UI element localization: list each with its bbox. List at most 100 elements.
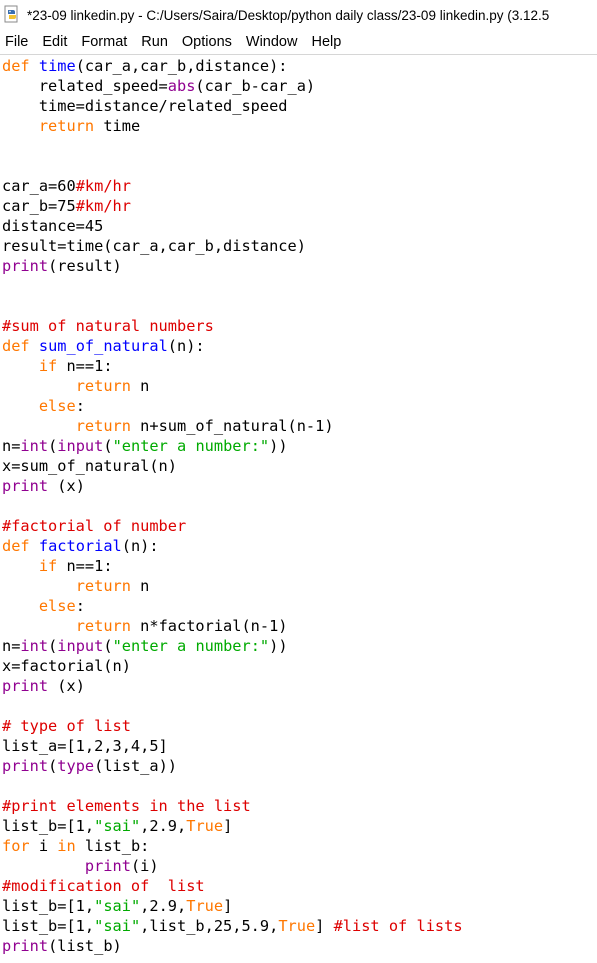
code-line[interactable]: print(list_b) [0,936,597,956]
menu-window[interactable]: Window [241,34,306,50]
code-line[interactable]: print(result) [0,256,597,276]
definition-token: sum_of_natural [38,337,168,355]
comment-token: #sum of natural numbers [2,317,214,335]
code-line[interactable]: #factorial of number [0,516,597,536]
keyword-token: in [57,837,76,855]
keyword-token: return [75,417,131,435]
code-line[interactable]: distance=45 [0,216,597,236]
keyword-token: for [2,837,30,855]
code-line[interactable] [0,136,597,156]
code-token: car_a=60 [2,177,76,195]
code-line[interactable]: print (x) [0,476,597,496]
code-token: ( [48,757,58,775]
code-line[interactable]: car_b=75#km/hr [0,196,597,216]
code-token: (n): [167,337,205,355]
code-line[interactable]: car_a=60#km/hr [0,176,597,196]
menu-format[interactable]: Format [76,34,135,50]
code-token: list_b=[1, [2,817,95,835]
builtin-token: type [57,757,95,775]
code-token: list_a=[1,2,3,4,5] [2,737,168,755]
code-line[interactable]: return n [0,376,597,396]
code-line[interactable]: # type of list [0,716,597,736]
builtin-token: print [2,757,49,775]
builtin-token: int [20,637,49,655]
code-line[interactable] [0,496,597,516]
code-line[interactable]: return n [0,576,597,596]
code-line[interactable] [0,296,597,316]
code-editor[interactable]: def time(car_a,car_b,distance): related_… [0,56,597,963]
code-line[interactable]: related_speed=abs(car_b-car_a) [0,76,597,96]
code-line[interactable]: print (x) [0,676,597,696]
code-token: (i) [130,857,159,875]
code-line[interactable]: #print elements in the list [0,796,597,816]
code-line[interactable]: else: [0,396,597,416]
code-token: n= [2,437,21,455]
keyword-token: def [2,537,30,555]
code-token: car_b=75 [2,197,76,215]
code-line[interactable]: for i in list_b: [0,836,597,856]
menu-help[interactable]: Help [306,34,349,50]
code-line[interactable]: def sum_of_natural(n): [0,336,597,356]
code-line[interactable]: x=sum_of_natural(n) [0,456,597,476]
code-line[interactable]: def time(car_a,car_b,distance): [0,56,597,76]
keyword-token: else [38,597,76,615]
menu-edit[interactable]: Edit [37,34,75,50]
code-line[interactable]: #modification of list [0,876,597,896]
code-token: distance=45 [2,217,104,235]
comment-token: #print elements in the list [2,797,251,815]
code-line[interactable]: if n==1: [0,356,597,376]
code-line[interactable]: list_a=[1,2,3,4,5] [0,736,597,756]
code-line[interactable]: else: [0,596,597,616]
code-line[interactable] [0,696,597,716]
builtin-token: print [84,857,131,875]
code-token: (car_b-car_a) [195,77,316,95]
code-line[interactable]: n=int(input("enter a number:")) [0,436,597,456]
comment-token: # type of list [2,717,131,735]
string-token: "enter a number:" [112,437,270,455]
code-token: (list_a)) [94,757,178,775]
code-token: (n): [121,537,159,555]
builtin-token: print [2,677,49,695]
code-token: n*factorial(n-1) [130,617,288,635]
builtin-token: print [2,257,49,275]
code-line[interactable]: if n==1: [0,556,597,576]
code-line[interactable]: #sum of natural numbers [0,316,597,336]
code-line[interactable] [0,156,597,176]
code-line[interactable]: time=distance/related_speed [0,96,597,116]
code-line[interactable] [0,276,597,296]
code-line[interactable]: return time [0,116,597,136]
keyword-token: def [2,57,30,75]
menu-options[interactable]: Options [177,34,240,50]
code-line[interactable]: n=int(input("enter a number:")) [0,636,597,656]
comment-token: #factorial of number [2,517,187,535]
code-line[interactable]: return n*factorial(n-1) [0,616,597,636]
menu-file[interactable]: File [0,34,36,50]
code-line[interactable]: list_b=[1,"sai",list_b,25,5.9,True] #lis… [0,916,597,936]
code-line[interactable] [0,776,597,796]
code-line[interactable]: x=factorial(n) [0,656,597,676]
window-title: *23-09 linkedin.py - C:/Users/Saira/Desk… [27,7,550,23]
code-line[interactable]: list_b=[1,"sai",2.9,True] [0,816,597,836]
code-line[interactable]: print(i) [0,856,597,876]
code-token: ,2.9, [140,817,187,835]
code-token: ,2.9, [140,897,187,915]
code-line[interactable]: return n+sum_of_natural(n-1) [0,416,597,436]
menu-run[interactable]: Run [136,34,176,50]
code-line[interactable]: result=time(car_a,car_b,distance) [0,236,597,256]
code-line[interactable]: list_b=[1,"sai",2.9,True] [0,896,597,916]
keyword-token: return [75,577,131,595]
code-token: i [29,837,58,855]
code-line[interactable]: print(type(list_a)) [0,756,597,776]
code-line[interactable]: def factorial(n): [0,536,597,556]
code-token: ] [223,897,233,915]
